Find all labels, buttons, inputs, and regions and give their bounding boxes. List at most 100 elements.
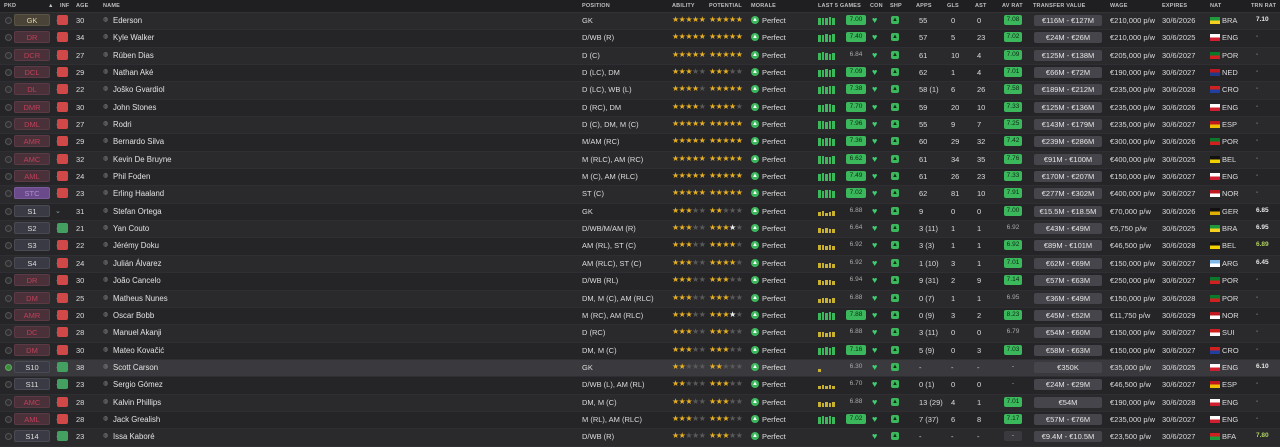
position-select[interactable]: S11⌄ (14, 378, 61, 391)
injury-badge-icon[interactable] (57, 153, 68, 164)
pick-radio[interactable] (5, 51, 12, 59)
pick-radio[interactable] (5, 329, 12, 337)
player-profile-icon[interactable]: ◍ (103, 173, 110, 180)
player-profile-icon[interactable]: ◍ (103, 277, 110, 284)
table-row[interactable]: DC⌄28◍Manuel AkanjiD (RC)★★★★★★★★★★▲Perf… (0, 325, 1280, 343)
col-transfer-value[interactable]: TRANSFER VALUE (1033, 3, 1086, 9)
player-name[interactable]: Sergio Gómez (113, 380, 163, 389)
player-name[interactable]: Bernardo Silva (113, 137, 164, 146)
col-apps[interactable]: APPS (916, 3, 932, 9)
table-row[interactable]: DL⌄ 22 ◍Joško Gvardiol D (LC), WB (L) ★★★★★★… (0, 82, 1280, 100)
pick-radio[interactable] (5, 294, 12, 302)
injury-badge-icon[interactable] (57, 396, 68, 407)
player-name[interactable]: Ederson (113, 16, 142, 25)
player-name[interactable]: Jack Grealish (113, 415, 160, 424)
player-profile-icon[interactable]: ◍ (103, 295, 110, 302)
pick-radio[interactable] (5, 17, 12, 24)
position-select[interactable]: DM⌄ (14, 343, 61, 356)
injury-badge-icon[interactable] (57, 240, 68, 251)
pick-radio[interactable] (5, 173, 12, 181)
injury-badge-icon[interactable] (57, 49, 68, 60)
pick-radio[interactable] (5, 225, 12, 233)
col-ability[interactable]: ABILITY (672, 3, 695, 9)
injury-badge-icon[interactable] (57, 327, 68, 338)
col-last5[interactable]: LAST 5 GAMES (818, 3, 861, 9)
table-row[interactable]: DR⌄34◍Kyle WalkerD/WB (R)★★★★★★★★★★▲Perf… (0, 30, 1280, 48)
col-shp[interactable]: SHP (890, 3, 902, 9)
table-row[interactable]: DML⌄27◍RodriD (C), DM, M (C)★★★★★★★★★★▲P… (0, 117, 1280, 135)
player-profile-icon[interactable]: ◍ (103, 190, 110, 197)
injury-badge-icon[interactable] (57, 344, 68, 355)
col-ast[interactable]: AST (975, 3, 987, 9)
table-row[interactable]: S10⌄38◍Scott CarsonGK★★★★★★★★★★▲Perfect6… (0, 359, 1280, 378)
position-select[interactable]: S10⌄ (14, 360, 61, 373)
player-name[interactable]: Kyle Walker (113, 33, 154, 42)
pick-radio[interactable] (5, 259, 12, 267)
pick-radio[interactable] (5, 190, 12, 198)
player-profile-icon[interactable]: ◍ (103, 208, 110, 215)
injury-badge-icon[interactable] (57, 413, 68, 424)
player-profile-icon[interactable]: ◍ (103, 156, 110, 163)
player-name[interactable]: Phil Foden (113, 172, 150, 181)
pick-radio[interactable] (5, 346, 12, 354)
table-row[interactable]: AMC⌄ 28 ◍Kalvin Phillips DM, M (C) ★★★★★★★★★… (0, 394, 1280, 412)
injury-badge-icon[interactable] (57, 275, 68, 286)
player-profile-icon[interactable]: ◍ (103, 399, 110, 406)
pick-radio[interactable] (5, 242, 12, 250)
position-select[interactable]: S2⌄ (14, 222, 61, 235)
injury-badge-icon[interactable] (57, 101, 68, 112)
position-select[interactable]: S4⌄ (14, 256, 61, 269)
table-row[interactable]: STC⌄23◍Erling HaalandST (C)★★★★★★★★★★▲Pe… (0, 186, 1280, 204)
player-profile-icon[interactable]: ◍ (103, 433, 110, 440)
wnt-badge-icon[interactable] (57, 431, 68, 442)
player-name[interactable]: Scott Carson (113, 363, 158, 372)
player-name[interactable]: Manuel Akanji (113, 328, 162, 337)
player-name[interactable]: Nathan Aké (113, 68, 153, 77)
player-profile-icon[interactable]: ◍ (103, 416, 110, 423)
table-row[interactable]: S14⌄23◍Issa KaboréD/WB (R)★★★★★★★★★★▲Per… (0, 429, 1280, 447)
position-select[interactable]: GK⌄ (14, 14, 61, 26)
pick-radio[interactable] (5, 155, 12, 163)
sort-arrow-icon[interactable]: ▲ (48, 3, 54, 9)
table-row[interactable]: S3⌄ 22 ◍Jérémy Doku AM (RL), ST (C) ★★★★★★★★… (0, 238, 1280, 256)
pick-radio[interactable] (5, 363, 12, 371)
position-select[interactable]: AMC⌄ (14, 152, 61, 165)
player-profile-icon[interactable]: ◍ (103, 138, 110, 145)
position-select[interactable]: S14⌄ (14, 430, 61, 443)
pick-radio[interactable] (5, 433, 12, 441)
table-row[interactable]: AML⌄ 24 ◍Phil Foden M (C), AM (RLC) ★★★★★★★★… (0, 169, 1280, 187)
col-age[interactable]: AGE (76, 3, 89, 9)
player-name[interactable]: Jérémy Doku (113, 241, 159, 250)
position-select[interactable]: DR⌄ (14, 274, 61, 287)
col-inf[interactable]: INF (60, 3, 69, 9)
player-profile-icon[interactable]: ◍ (103, 381, 110, 388)
table-row[interactable]: DCR⌄27◍Rúben DiasD (C)★★★★★★★★★★▲Perfect… (0, 47, 1280, 66)
table-row[interactable]: DM⌄30◍Mateo KovačićDM, M (C)★★★★★★★★★★▲P… (0, 342, 1280, 360)
position-select[interactable]: AMR⌄ (14, 308, 61, 321)
player-profile-icon[interactable]: ◍ (103, 225, 110, 232)
player-profile-icon[interactable]: ◍ (103, 104, 110, 111)
injury-badge-icon[interactable] (57, 136, 68, 147)
pick-radio[interactable] (5, 398, 12, 406)
col-potential[interactable]: POTENTIAL (709, 3, 742, 9)
table-row[interactable]: AMR⌄ 29 ◍Bernardo Silva M/AM (RC) ★★★★★★★★★★… (0, 134, 1280, 152)
col-con[interactable]: CON (870, 3, 883, 9)
col-wage[interactable]: WAGE (1110, 3, 1128, 9)
position-select[interactable]: AML⌄ (14, 170, 61, 183)
pick-radio[interactable] (5, 86, 12, 94)
position-select[interactable]: DL⌄ (14, 83, 61, 96)
player-profile-icon[interactable]: ◍ (103, 364, 110, 371)
player-name[interactable]: Julián Álvarez (113, 259, 162, 268)
position-select[interactable]: DR⌄ (14, 31, 61, 44)
position-select[interactable]: STC⌄ (14, 187, 61, 200)
pick-radio[interactable] (5, 381, 12, 389)
injury-badge-icon[interactable] (57, 67, 68, 78)
table-row[interactable]: S11⌄ 23 ◍Sergio Gómez D/WB (L), AM (RL) ★★★★… (0, 377, 1280, 395)
wnt-badge-icon[interactable] (57, 361, 68, 372)
wnt-badge-icon[interactable] (57, 223, 68, 234)
table-row[interactable]: S4⌄ 24 ◍Julián Álvarez AM (RLC), ST (C) ★★★★… (0, 255, 1280, 274)
col-position[interactable]: POSITION (582, 3, 610, 9)
player-profile-icon[interactable]: ◍ (103, 86, 110, 93)
col-morale[interactable]: MORALE (751, 3, 776, 9)
position-select[interactable]: AML⌄ (14, 412, 61, 425)
